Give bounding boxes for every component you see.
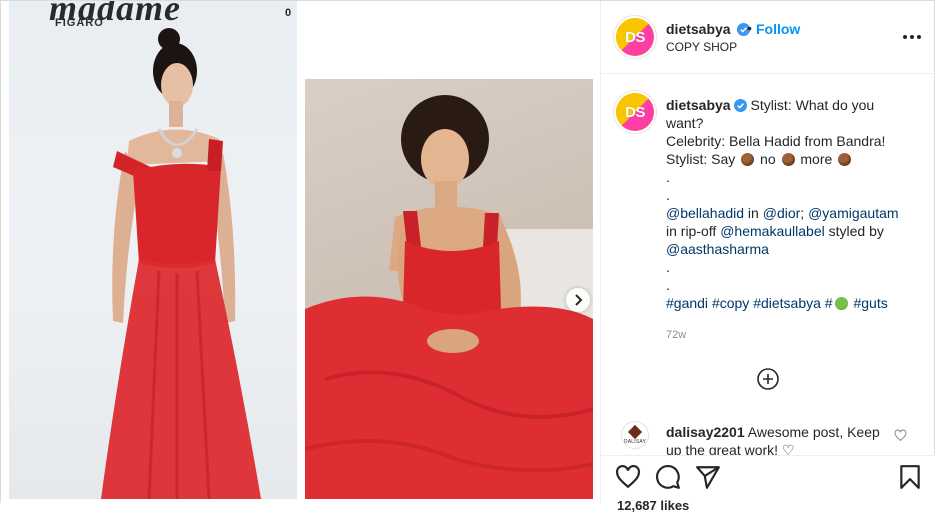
avatar[interactable]: DALISAY [621, 421, 649, 449]
caption-text: ; [800, 205, 809, 221]
comment-item: DALISAY dalisay2201 Awesome post, Keep u… [601, 421, 935, 455]
more-dot [917, 35, 921, 39]
caption-text: no [760, 151, 776, 167]
magazine-corner: 0 [285, 7, 292, 19]
avatar-brand-text: DALISAY [623, 439, 647, 445]
comments-area: DS dietsabya Stylist: What do you want? … [601, 75, 935, 455]
avatar-initials: DS [625, 28, 645, 46]
more-dot [910, 35, 914, 39]
post-caption: dietsabya Stylist: What do you want? Cel… [666, 96, 916, 312]
action-bar: 12,687 likes [601, 455, 935, 513]
caption-dot: . [666, 187, 670, 203]
caption-dot: . [666, 259, 670, 275]
avatar-initials: DS [625, 103, 645, 121]
comment-body: Awesome post, Keep [747, 424, 880, 440]
caption-text: Stylist: Say [666, 151, 736, 167]
hashtag-link[interactable]: #copy [712, 295, 749, 311]
carousel-next-button[interactable] [566, 288, 590, 312]
verified-badge-icon [733, 99, 747, 112]
mention-link[interactable]: @aasthasharma [666, 241, 769, 257]
comment-icon[interactable] [655, 464, 681, 490]
post-timestamp[interactable]: 72w [666, 329, 686, 341]
load-more-comments-button[interactable] [756, 367, 780, 391]
caption-avatar[interactable]: DS [614, 91, 656, 133]
raised-hand-emoji-icon [741, 153, 755, 166]
share-icon[interactable] [695, 464, 721, 490]
separator-dot: • [747, 20, 752, 36]
heart-icon[interactable] [894, 429, 907, 442]
mention-link[interactable]: @dior [763, 205, 801, 221]
magazine-subtitle: FIGARO [55, 17, 104, 29]
left-photo: madame FIGARO 0 [9, 1, 297, 499]
comment-username[interactable]: dalisay2201 [666, 424, 745, 440]
raised-hand-emoji-icon [838, 153, 852, 166]
more-options-icon[interactable] [903, 30, 921, 44]
likes-count[interactable]: 12,687 likes [617, 498, 689, 513]
caption-hashtags: #gandi #copy #dietsabya # #guts [666, 294, 916, 312]
caption-text: Stylist: What do you [750, 97, 875, 113]
comment-text: dalisay2201 Awesome post, Keep up the gr… [666, 423, 906, 455]
hashtag-link[interactable]: #gandi [666, 295, 708, 311]
post-media: madame FIGARO 0 [1, 1, 601, 504]
follow-button[interactable]: Follow [756, 21, 800, 37]
mention-link[interactable]: @hemakaullabel [720, 223, 825, 239]
bookmark-icon[interactable] [897, 464, 923, 490]
nauseated-face-emoji-icon [834, 297, 848, 310]
post-sidebar: DS dietsabya • Follow COPY SHOP DS diets… [601, 1, 935, 513]
caption-line-mentions-3: @aasthasharma [666, 240, 916, 258]
caption-line-1: dietsabya Stylist: What do you [666, 96, 916, 114]
caption-text: styled by [824, 223, 884, 239]
caption-dot: . [666, 277, 670, 293]
instagram-post: madame FIGARO 0 DS dietsabya • Follow CO… [0, 0, 935, 513]
brand-logo-icon [627, 424, 643, 440]
chevron-right-icon [575, 294, 583, 306]
caption-username[interactable]: dietsabya [666, 97, 731, 113]
caption-text: more [800, 151, 833, 167]
caption-line-4: Stylist: Say no more [666, 150, 916, 168]
hashtag-link[interactable]: # [825, 295, 833, 311]
username-text[interactable]: dietsabya [666, 21, 731, 37]
caption-line-2: want? [666, 115, 704, 131]
plus-circle-icon [757, 368, 779, 390]
more-dot [903, 35, 907, 39]
comment-body-cut: up the great work! ♡ [666, 442, 795, 455]
caption-dot: . [666, 169, 670, 185]
hashtag-link[interactable]: #guts [853, 295, 887, 311]
avatar-image: DS [616, 18, 654, 56]
caption-text: in [744, 205, 763, 221]
caption-text: in rip-off [666, 223, 721, 239]
yami-gautam-figure [305, 95, 593, 499]
post-header: DS dietsabya • Follow COPY SHOP [601, 1, 935, 74]
bella-hadid-figure [101, 28, 261, 499]
caption-line-3: Celebrity: Bella Hadid from Bandra! [666, 133, 886, 149]
hashtag-link[interactable]: #dietsabya [753, 295, 821, 311]
heart-icon[interactable] [615, 464, 641, 490]
avatar-image: DS [616, 93, 654, 131]
mention-link[interactable]: @yamigautam [808, 205, 898, 221]
raised-hand-emoji-icon [781, 153, 795, 166]
header-username[interactable]: dietsabya [666, 21, 751, 37]
header-subtitle[interactable]: COPY SHOP [666, 40, 737, 54]
caption-line-mentions-1: @bellahadid in @dior; @yamigautam [666, 204, 916, 222]
mention-link[interactable]: @bellahadid [666, 205, 744, 221]
right-photo [305, 79, 593, 499]
caption-line-mentions-2: in rip-off @hemakaullabel styled by [666, 222, 916, 240]
avatar[interactable]: DS [614, 16, 656, 58]
